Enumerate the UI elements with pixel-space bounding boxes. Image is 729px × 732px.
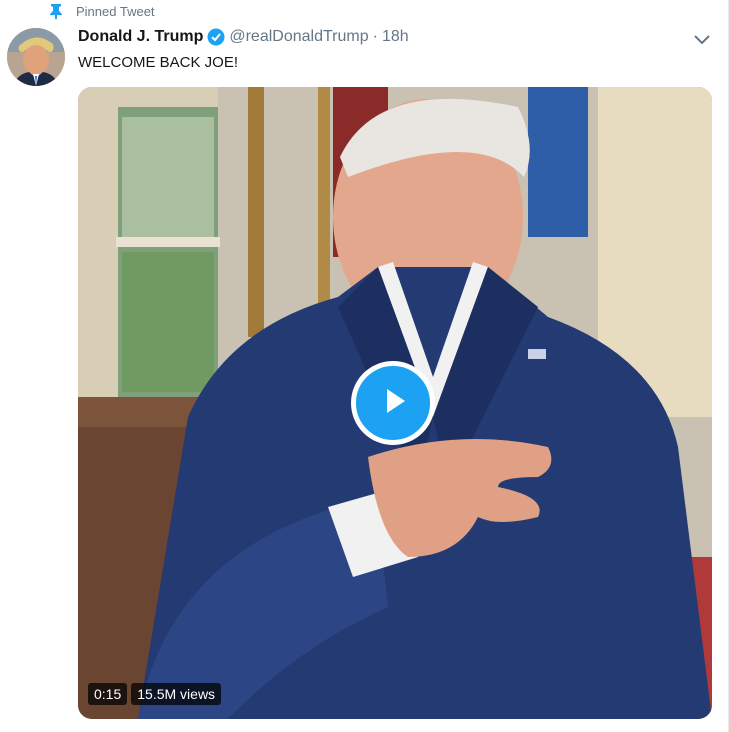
chevron-down-icon[interactable] [692, 32, 712, 48]
header-separator: · [372, 28, 378, 45]
tweet-text: WELCOME BACK JOE! [78, 54, 239, 71]
tweet-header: Donald J. Trump @realDonaldTrump · 18h [78, 28, 409, 46]
play-button[interactable] [351, 361, 435, 445]
video-player[interactable]: 0:15 15.5M views [78, 87, 712, 719]
verified-badge-icon [207, 28, 225, 46]
video-meta: 0:15 15.5M views [88, 683, 222, 705]
tweet-timestamp[interactable]: 18h [382, 28, 409, 46]
pin-icon [49, 3, 63, 20]
pinned-label: Pinned Tweet [76, 3, 155, 19]
pinned-tweet-indicator: Pinned Tweet [49, 3, 155, 20]
video-view-count: 15.5M views [131, 683, 222, 705]
author-name[interactable]: Donald J. Trump [78, 28, 203, 46]
tweet-card[interactable]: Pinned Tweet Donald J. Trump @realDonald… [0, 0, 729, 732]
avatar[interactable] [7, 28, 65, 86]
play-icon [375, 383, 411, 424]
author-handle[interactable]: @realDonaldTrump [229, 28, 368, 46]
video-duration: 0:15 [88, 683, 128, 705]
